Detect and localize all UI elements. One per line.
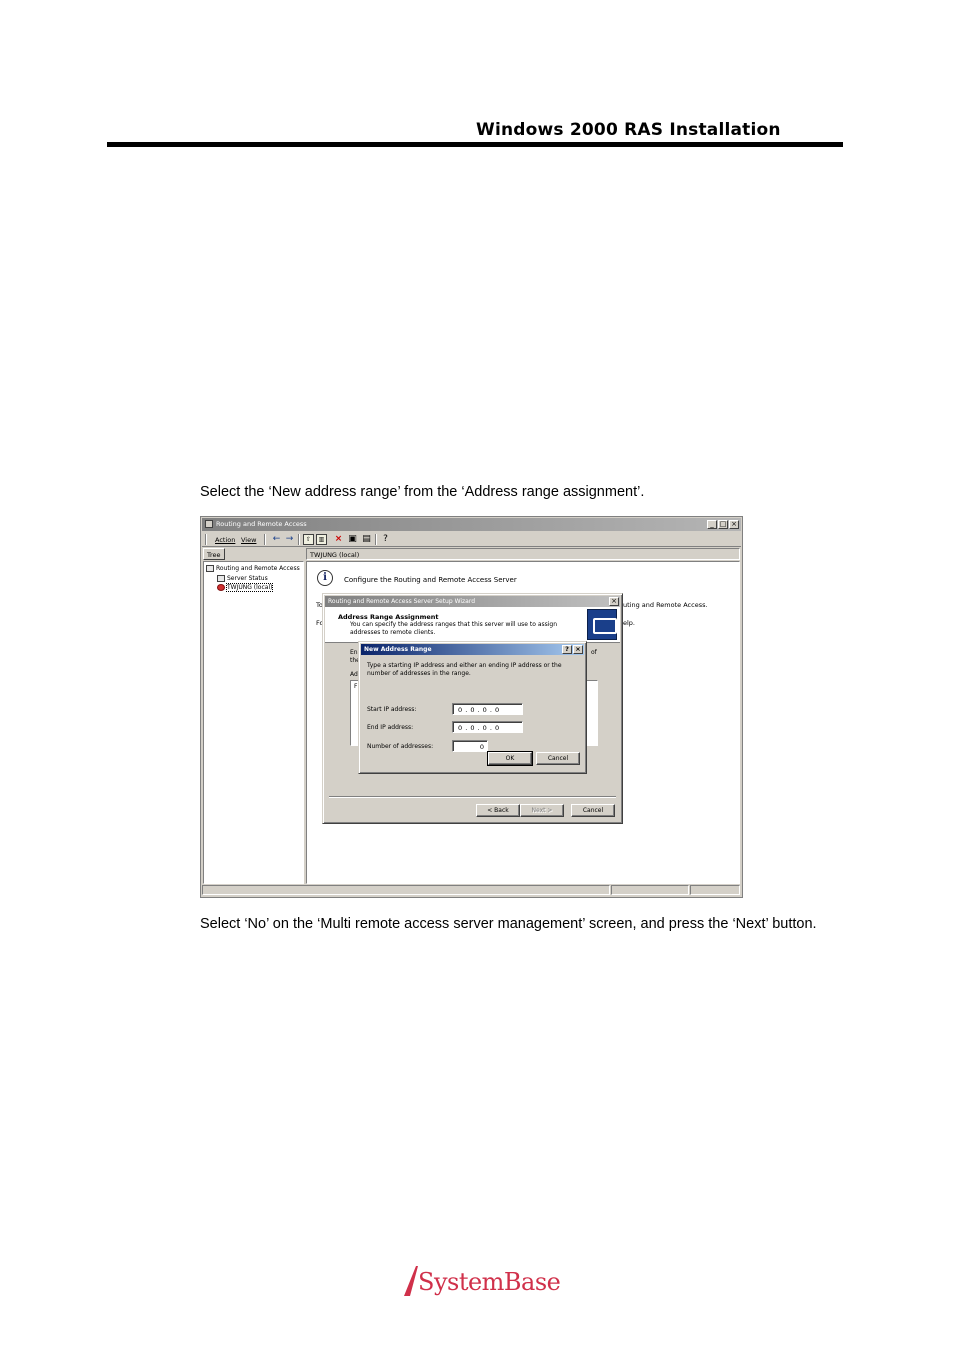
content-header: TWJUNG (local) — [306, 548, 740, 560]
tab-tree[interactable]: Tree — [203, 548, 225, 560]
next-button[interactable]: Next > — [520, 804, 564, 817]
rras-computer-icon — [206, 565, 214, 572]
instruction-paragraph-2: Select ‘No’ on the ‘Multi remote access … — [200, 916, 817, 932]
server-stopped-icon — [217, 584, 225, 591]
systembase-logo: SystemBase — [402, 1262, 577, 1302]
toolbar-separator — [375, 534, 377, 545]
list-column-header: F — [354, 683, 358, 690]
wizard-titlebar: Routing and Remote Access Server Setup W… — [325, 596, 620, 607]
wizard-title: Routing and Remote Access Server Setup W… — [328, 598, 476, 605]
start-ip-label: Start IP address: — [367, 706, 417, 713]
status-bar — [202, 884, 741, 896]
server-status-icon — [217, 575, 225, 582]
tree-header: Tree — [203, 548, 304, 560]
back-button[interactable]: < Back — [476, 804, 520, 817]
configure-title[interactable]: Configure the Routing and Remote Access … — [344, 576, 517, 584]
tree-item-root[interactable]: Routing and Remote Access — [206, 565, 300, 572]
header-rule — [107, 142, 843, 147]
wizard-cancel-button[interactable]: Cancel — [571, 804, 615, 817]
export-list-icon[interactable]: ▤ — [361, 534, 372, 545]
status-cell — [690, 885, 740, 895]
start-ip-input[interactable]: 0 . 0 . 0 . 0 — [452, 703, 523, 715]
wizard-subheading: You can specify the address ranges that … — [350, 621, 558, 636]
info-icon: i — [317, 570, 333, 586]
toolbar-separator — [264, 534, 266, 545]
content-text-fragment: elp. — [623, 619, 635, 627]
new-range-titlebar: New Address Range ? × — [361, 644, 584, 655]
end-ip-label: End IP address: — [367, 724, 414, 731]
menu-view[interactable]: View — [241, 536, 256, 544]
back-arrow-icon[interactable]: ← — [271, 534, 282, 545]
console-toolbar: Action View ← → ⇧ ▥ × ▣ ▤ ? — [202, 532, 741, 547]
console-app-icon — [205, 520, 213, 528]
end-ip-input[interactable]: 0 . 0 . 0 . 0 — [452, 721, 523, 733]
menu-action[interactable]: Action — [215, 536, 235, 544]
window-controls: _ □ × — [707, 520, 739, 529]
up-one-level-icon[interactable]: ⇧ — [303, 534, 314, 545]
maximize-button[interactable]: □ — [718, 520, 728, 529]
minimize-button[interactable]: _ — [707, 520, 717, 529]
new-range-controls: ? × — [562, 645, 583, 654]
wizard-close-button[interactable]: × — [609, 597, 619, 606]
new-range-title: New Address Range — [364, 646, 432, 653]
tree-pane: Routing and Remote Access Server Status … — [203, 561, 304, 884]
number-of-addresses-label: Number of addresses: — [367, 743, 434, 750]
close-button[interactable]: × — [729, 520, 739, 529]
logo-wordmark: SystemBase — [418, 1268, 561, 1296]
tree-item-server-status[interactable]: Server Status — [217, 575, 268, 582]
forward-arrow-icon[interactable]: → — [284, 534, 295, 545]
page-header-title: Windows 2000 RAS Installation — [476, 120, 781, 140]
wizard-header: Address Range Assignment You can specify… — [325, 607, 620, 643]
new-range-cancel-button[interactable]: Cancel — [536, 752, 580, 765]
instruction-paragraph-1: Select the ‘New address range’ from the … — [200, 484, 645, 500]
wizard-text-fragment: Ad — [350, 671, 358, 678]
console-window-title: Routing and Remote Access — [216, 520, 307, 528]
delete-icon[interactable]: × — [333, 534, 344, 545]
wizard-text-fragment: En — [350, 649, 358, 656]
console-titlebar: Routing and Remote Access _ □ × — [202, 518, 741, 531]
help-button[interactable]: ? — [562, 645, 572, 654]
content-text-fragment: uting and Remote Access. — [623, 601, 708, 609]
rras-console-screenshot: Routing and Remote Access _ □ × Action V… — [200, 516, 743, 898]
properties-icon[interactable]: ▣ — [347, 534, 358, 545]
show-hide-tree-icon[interactable]: ▥ — [316, 534, 327, 545]
number-of-addresses-input[interactable]: 0 — [452, 740, 488, 752]
wizard-separator — [329, 796, 616, 798]
new-range-close-button[interactable]: × — [573, 645, 583, 654]
status-cell — [202, 885, 610, 895]
help-icon[interactable]: ? — [380, 534, 391, 545]
toolbar-separator — [298, 534, 300, 545]
wizard-heading: Address Range Assignment — [338, 613, 439, 621]
wizard-text-fragment: of — [591, 649, 597, 656]
tree-item-server[interactable]: TWJUNG (local) — [217, 583, 274, 592]
ok-button[interactable]: OK — [487, 751, 533, 766]
status-cell — [611, 885, 689, 895]
new-range-description: Type a starting IP address and either an… — [367, 662, 562, 677]
new-address-range-dialog: New Address Range ? × Type a starting IP… — [358, 641, 587, 774]
toolbar-grip — [205, 534, 207, 545]
wizard-network-graphic-icon — [587, 609, 617, 640]
